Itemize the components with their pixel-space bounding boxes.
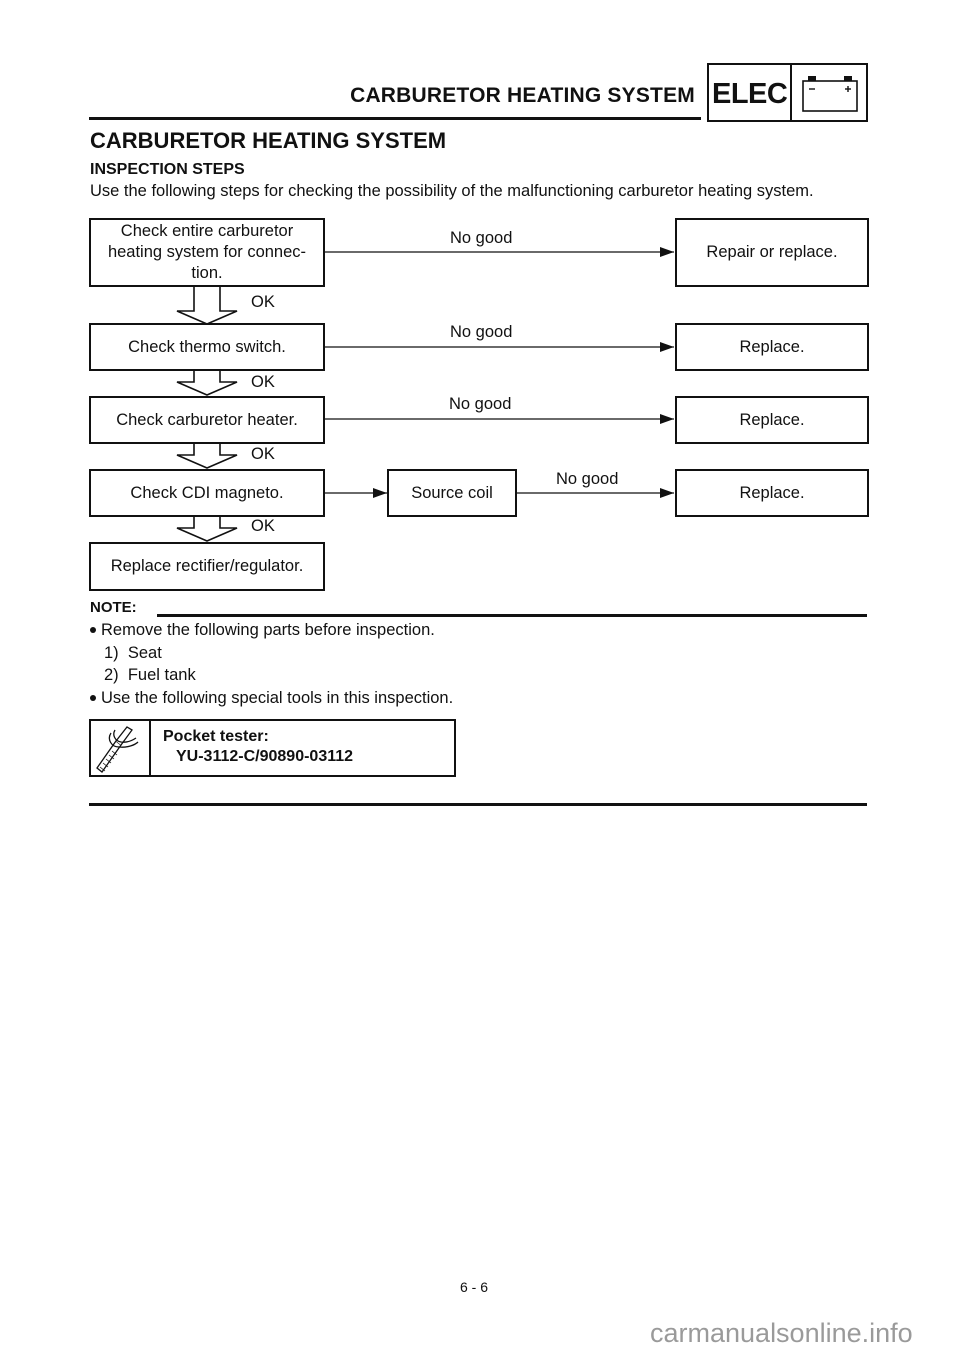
page-title: CARBURETOR HEATING SYSTEM (90, 128, 447, 153)
watermark: carmanualsonline.info (650, 1318, 913, 1348)
badge-label: ELEC (712, 78, 788, 110)
ok-arrow-3 (176, 443, 238, 469)
ok-label-2: OK (251, 373, 275, 391)
fail-label-4: No good (556, 470, 619, 488)
note-item-fuel-tank: 2) Fuel tank (104, 666, 196, 684)
result-replace-heater: Replace. (675, 396, 869, 444)
step-check-connection: Check entire carburetor heating system f… (89, 218, 325, 287)
tool-part-number: YU-3112-C/90890-03112 (176, 748, 354, 765)
note-label: NOTE: (90, 599, 137, 616)
note-bullet-1: Remove the following parts before inspec… (90, 621, 435, 640)
fail-label-2: No good (450, 323, 513, 341)
bullet-icon (90, 694, 96, 701)
special-tool-box: Pocket tester: YU-3112-C/90890-03112 (89, 719, 456, 777)
step-1-line-2: heating system for connec- (107, 243, 307, 261)
fail-label-3: No good (449, 395, 512, 413)
result-repair-or-replace: Repair or replace. (675, 218, 869, 287)
tool-name: Pocket tester: (163, 728, 269, 745)
ok-arrow-4 (176, 517, 238, 542)
result-replace-thermo: Replace. (675, 323, 869, 371)
ok-arrow-1 (176, 286, 238, 325)
section-subtitle: INSPECTION STEPS (90, 161, 245, 178)
note-bullet-2: Use the following special tools in this … (90, 689, 453, 708)
tool-icon-cell (91, 721, 151, 775)
step-replace-rectifier-regulator: Replace rectifier/regulator. (89, 542, 325, 591)
page-number: 6 - 6 (460, 1279, 489, 1295)
tool-icon (96, 726, 139, 773)
ok-label-4: OK (251, 517, 275, 535)
step-check-thermo-switch: Check thermo switch. (89, 323, 325, 371)
fail-label-1: No good (450, 229, 513, 247)
step-1-line-3: tion. (191, 264, 223, 282)
ok-label-3: OK (251, 445, 275, 463)
note-item-seat: 1) Seat (104, 644, 162, 662)
bullet-icon (90, 626, 96, 633)
step-check-cdi-magneto: Check CDI magneto. (89, 469, 325, 517)
badge-divider (790, 65, 792, 120)
step-source-coil: Source coil (387, 469, 517, 517)
intro-text: Use the following steps for checking the… (90, 182, 814, 200)
battery-icon (802, 76, 858, 112)
ok-arrow-2 (176, 371, 238, 396)
step-check-carburetor-heater: Check carburetor heater. (89, 396, 325, 444)
bottom-rule (89, 803, 867, 806)
step-1-line-1: Check entire carburetor (120, 222, 294, 240)
note-rule (157, 614, 867, 617)
section-badge: ELEC (707, 63, 868, 122)
section-header-title: CARBURETOR HEATING SYSTEM (350, 84, 695, 107)
ok-label-1: OK (251, 293, 275, 311)
result-replace-source-coil: Replace. (675, 469, 869, 517)
header-rule (89, 117, 701, 120)
